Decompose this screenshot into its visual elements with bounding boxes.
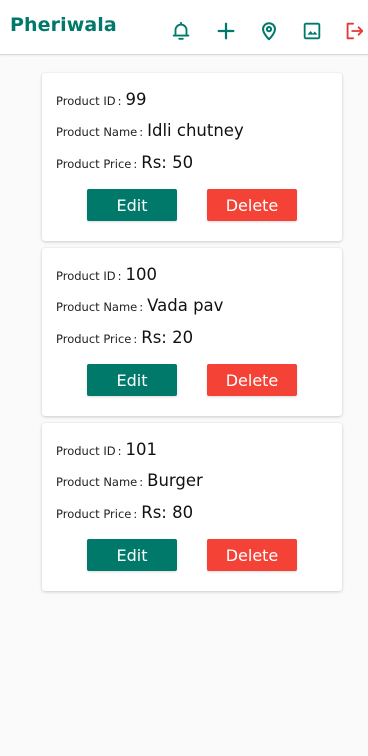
product-id-label: Product ID	[56, 94, 116, 108]
image-icon[interactable]	[300, 19, 324, 43]
delete-button[interactable]: Delete	[207, 539, 297, 571]
product-price-row: Product Price : Rs: 50	[56, 153, 193, 172]
product-id-value: 99	[125, 90, 147, 109]
product-id-value: 100	[125, 265, 157, 284]
edit-button[interactable]: Edit	[87, 539, 177, 571]
product-price-row: Product Price : Rs: 80	[56, 503, 193, 522]
logout-icon[interactable]	[342, 19, 366, 43]
product-id-value: 101	[125, 440, 157, 459]
product-price-label: Product Price	[56, 507, 132, 521]
product-name-label: Product Name	[56, 125, 138, 139]
edit-button[interactable]: Edit	[87, 189, 177, 221]
product-card: Product ID : 100 Product Name : Vada pav…	[42, 248, 342, 416]
label-separator: :	[139, 300, 144, 314]
product-id-row: Product ID : 99	[56, 90, 146, 109]
product-name-label: Product Name	[56, 475, 138, 489]
delete-button[interactable]: Delete	[207, 364, 297, 396]
label-separator: :	[133, 157, 138, 171]
label-separator: :	[139, 475, 144, 489]
product-price-label: Product Price	[56, 332, 132, 346]
edit-button[interactable]: Edit	[87, 364, 177, 396]
location-pin-icon[interactable]	[257, 19, 281, 43]
product-card: Product ID : 99 Product Name : Idli chut…	[42, 73, 342, 241]
plus-icon[interactable]	[214, 19, 238, 43]
product-name-row: Product Name : Idli chutney	[56, 121, 244, 140]
product-id-row: Product ID : 101	[56, 440, 157, 459]
label-separator: :	[133, 507, 138, 521]
product-card: Product ID : 101 Product Name : Burger P…	[42, 423, 342, 591]
label-separator: :	[117, 94, 122, 108]
product-price-value: Rs: 80	[141, 503, 194, 522]
product-name-row: Product Name : Vada pav	[56, 296, 223, 315]
product-name-value: Burger	[147, 471, 203, 490]
product-price-label: Product Price	[56, 157, 132, 171]
label-separator: :	[139, 125, 144, 139]
product-price-row: Product Price : Rs: 20	[56, 328, 193, 347]
product-price-value: Rs: 20	[141, 328, 194, 347]
product-name-label: Product Name	[56, 300, 138, 314]
label-separator: :	[117, 269, 122, 283]
bell-icon[interactable]	[169, 19, 193, 43]
delete-button[interactable]: Delete	[207, 189, 297, 221]
product-price-value: Rs: 50	[141, 153, 194, 172]
product-id-label: Product ID	[56, 444, 116, 458]
product-id-label: Product ID	[56, 269, 116, 283]
product-id-row: Product ID : 100	[56, 265, 157, 284]
label-separator: :	[133, 332, 138, 346]
product-name-row: Product Name : Burger	[56, 471, 203, 490]
product-name-value: Vada pav	[147, 296, 224, 315]
label-separator: :	[117, 444, 122, 458]
app-bar: Pheriwala	[0, 0, 368, 55]
app-title: Pheriwala	[10, 14, 117, 36]
product-name-value: Idli chutney	[147, 121, 244, 140]
